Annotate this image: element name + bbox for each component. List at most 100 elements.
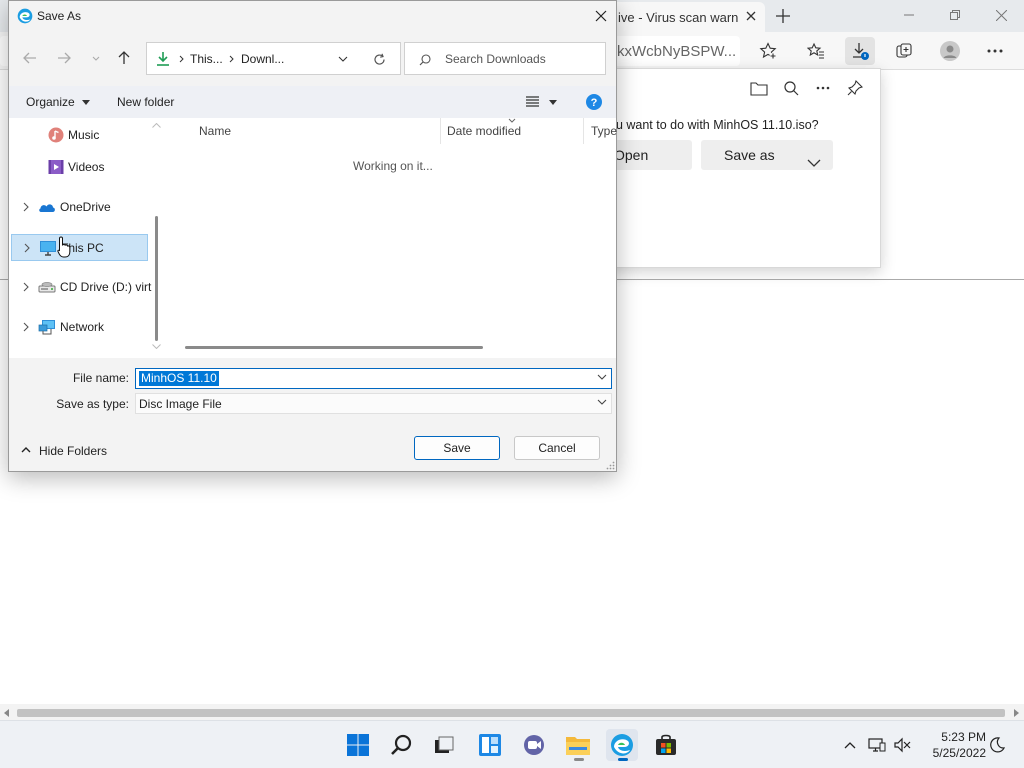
- videos-icon: [48, 160, 64, 174]
- chevron-down-icon: [807, 148, 821, 178]
- restore-icon[interactable]: [932, 0, 978, 32]
- save-as-button[interactable]: Save as: [701, 140, 833, 170]
- more-options-icon[interactable]: [810, 75, 836, 101]
- breadcrumb-this-pc[interactable]: This...: [190, 52, 223, 66]
- clock-date: 5/25/2022: [932, 746, 986, 760]
- scrollbar-thumb[interactable]: [155, 216, 158, 341]
- cd-drive-icon: [38, 282, 56, 293]
- column-type[interactable]: Type: [591, 124, 617, 138]
- search-icon: [419, 54, 431, 66]
- focus-assist-icon[interactable]: [986, 729, 1008, 761]
- file-name-dropdown-icon[interactable]: [597, 374, 607, 380]
- search-downloads-icon[interactable]: [778, 75, 804, 101]
- scroll-right-icon[interactable]: [1013, 709, 1019, 717]
- save-type-select[interactable]: Disc Image File: [135, 393, 612, 414]
- tab-close-icon[interactable]: [743, 8, 759, 24]
- column-name[interactable]: Name: [199, 124, 231, 138]
- save-type-dropdown-icon[interactable]: [597, 399, 607, 405]
- nav-item-music[interactable]: Music: [11, 122, 148, 149]
- forward-arrow-icon[interactable]: [53, 47, 75, 69]
- add-favorite-icon[interactable]: [753, 37, 783, 65]
- file-name-field[interactable]: MinhOS 11.10: [135, 368, 612, 389]
- back-arrow-icon[interactable]: [19, 47, 41, 69]
- chevron-up-icon[interactable]: [21, 446, 31, 453]
- favorites-icon[interactable]: [801, 37, 831, 65]
- nav-item-onedrive[interactable]: OneDrive: [11, 194, 148, 221]
- network-icon: [38, 320, 55, 335]
- breadcrumb-separator-icon: [179, 55, 184, 63]
- onedrive-icon: [39, 204, 55, 212]
- minimize-icon[interactable]: [886, 0, 932, 32]
- chat-icon[interactable]: [518, 729, 550, 761]
- show-hidden-icons-icon[interactable]: [838, 729, 862, 761]
- file-list-scrollbar[interactable]: [185, 346, 483, 349]
- start-icon[interactable]: [342, 729, 374, 761]
- nav-pane-scrollbar[interactable]: [150, 118, 163, 358]
- help-icon[interactable]: ?: [586, 94, 602, 110]
- expand-chevron-icon[interactable]: [22, 243, 32, 253]
- pin-icon[interactable]: [842, 75, 868, 101]
- page-horizontal-scrollbar[interactable]: [0, 704, 1024, 720]
- view-options-icon[interactable]: [526, 96, 539, 107]
- dialog-close-icon[interactable]: [589, 5, 613, 27]
- dropdown-arrow-icon: [82, 100, 91, 106]
- breadcrumb-separator-icon: [229, 55, 234, 63]
- file-explorer-icon[interactable]: [562, 729, 594, 761]
- path-history-chevron-icon[interactable]: [338, 56, 348, 62]
- open-button[interactable]: Open: [606, 140, 692, 170]
- new-folder-button[interactable]: New folder: [117, 95, 174, 109]
- widgets-icon[interactable]: [474, 729, 506, 761]
- task-view-icon[interactable]: [428, 729, 460, 761]
- save-as-label: Save as: [724, 147, 775, 163]
- nav-item-cd-drive[interactable]: CD Drive (D:) virt: [11, 274, 151, 301]
- up-arrow-icon[interactable]: [113, 47, 135, 69]
- save-button[interactable]: Save: [414, 436, 500, 460]
- nav-item-videos[interactable]: Videos: [11, 154, 148, 181]
- recent-locations-chevron-icon[interactable]: [85, 47, 107, 69]
- window-close-icon[interactable]: [978, 0, 1024, 32]
- resize-grip-icon[interactable]: [606, 461, 615, 470]
- volume-muted-icon[interactable]: [891, 729, 913, 761]
- search-input[interactable]: Search Downloads: [404, 42, 606, 75]
- scroll-up-icon[interactable]: [152, 123, 161, 128]
- view-dropdown-arrow-icon[interactable]: [549, 100, 557, 105]
- column-separator[interactable]: [440, 118, 441, 144]
- expand-chevron-icon[interactable]: [21, 202, 31, 212]
- expand-chevron-icon[interactable]: [21, 322, 31, 332]
- expand-chevron-icon[interactable]: [21, 282, 31, 292]
- downloads-icon[interactable]: [845, 37, 875, 65]
- mouse-cursor-icon: [57, 236, 71, 258]
- edge-app-icon: [17, 8, 33, 24]
- cancel-button[interactable]: Cancel: [514, 436, 600, 460]
- command-bar: Organize New folder ?: [9, 86, 616, 118]
- search-icon[interactable]: [386, 729, 418, 761]
- refresh-icon[interactable]: [373, 53, 386, 66]
- hide-folders-toggle[interactable]: Hide Folders: [39, 444, 107, 458]
- music-icon: [48, 127, 64, 143]
- column-separator[interactable]: [583, 118, 584, 144]
- clock-time: 5:23 PM: [941, 730, 986, 744]
- search-placeholder: Search Downloads: [445, 52, 546, 66]
- scroll-left-icon[interactable]: [4, 709, 10, 717]
- store-icon[interactable]: [650, 729, 682, 761]
- this-pc-icon: [40, 241, 56, 256]
- edge-icon[interactable]: [606, 729, 638, 761]
- profile-avatar[interactable]: [935, 37, 965, 65]
- network-status-icon[interactable]: [866, 729, 888, 761]
- more-menu-icon[interactable]: [980, 37, 1010, 65]
- breadcrumb-downloads[interactable]: Downl...: [241, 52, 284, 66]
- browser-tab[interactable]: ive - Virus scan warnin: [610, 2, 765, 32]
- running-indicator: [574, 758, 584, 761]
- system-clock[interactable]: 5:23 PM 5/25/2022: [918, 729, 986, 761]
- new-tab-icon[interactable]: [768, 0, 798, 32]
- address-text: kxWcbNyBSPW...: [617, 43, 737, 60]
- organize-menu[interactable]: Organize: [26, 95, 91, 109]
- scroll-down-icon[interactable]: [152, 344, 161, 349]
- column-date-modified[interactable]: Date modified: [447, 124, 521, 138]
- scrollbar-thumb[interactable]: [17, 709, 1005, 717]
- nav-item-network[interactable]: Network: [11, 314, 148, 341]
- open-folder-icon[interactable]: [746, 75, 772, 101]
- nav-item-this-pc[interactable]: This PC: [11, 234, 148, 261]
- address-path-bar[interactable]: This... Downl...: [146, 42, 401, 75]
- collections-icon[interactable]: [889, 37, 919, 65]
